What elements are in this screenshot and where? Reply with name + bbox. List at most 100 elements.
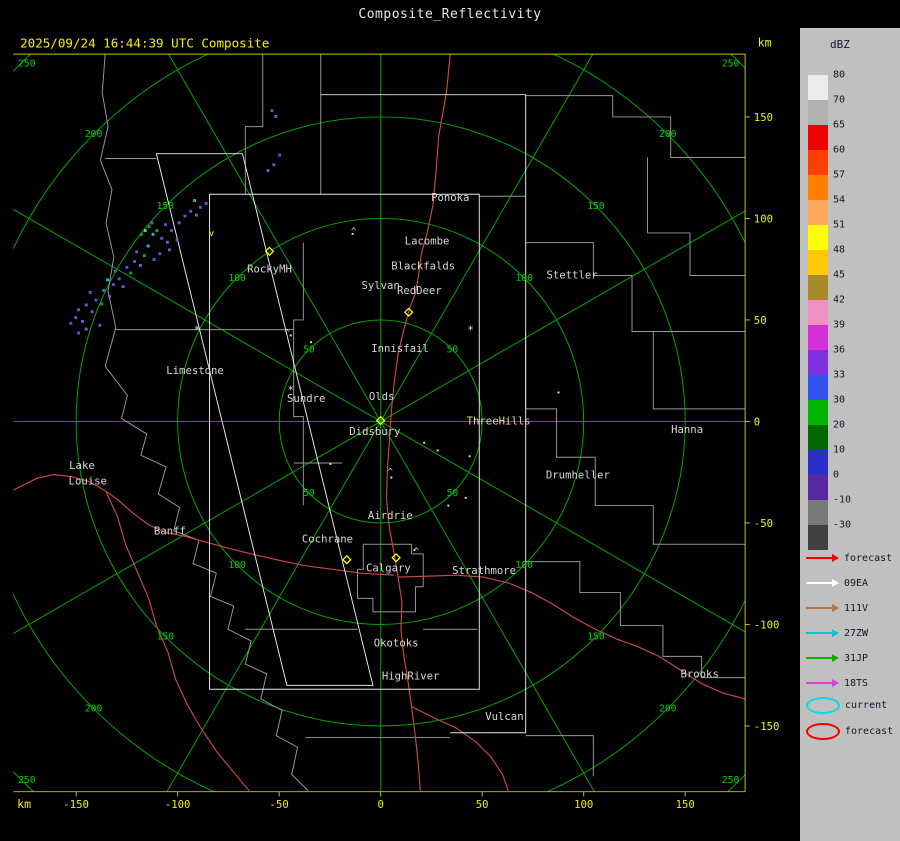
track-label: 111V (844, 603, 868, 614)
caret-mark: ^ (284, 328, 289, 338)
dbz-swatch-65 (808, 125, 828, 150)
radar-echo (81, 320, 84, 323)
town-dot (558, 391, 560, 393)
radar-echo (144, 229, 147, 232)
municipal-boundary (526, 332, 745, 545)
track-arrowhead-icon (832, 679, 839, 687)
cell-ellipse-icon (806, 723, 840, 740)
radar-echo (98, 324, 101, 327)
dbz-value-label: 42 (833, 295, 845, 306)
city-label-stettler: Stettler (546, 268, 597, 281)
town-dot (469, 455, 471, 457)
city-label-vulcan: Vulcan (485, 710, 523, 723)
track-legend-31JP: 31JP (806, 649, 868, 667)
dbz-swatch-57 (808, 175, 828, 200)
dbz-swatch-20 (808, 425, 828, 450)
dbz-value-label: 48 (833, 245, 845, 256)
city-label-olds: Olds (369, 390, 395, 403)
radar-echo (189, 210, 192, 213)
track-arrowhead-icon (832, 654, 839, 662)
ellipse-legend-forecast: forecast (806, 722, 893, 740)
asterisk-mark: * (467, 323, 473, 336)
radar-map-canvas[interactable]: 2025/09/24 16:44:39 UTC Composite km km … (0, 28, 800, 841)
city-label-lacombe: Lacombe (405, 235, 450, 248)
radar-echo (155, 229, 158, 232)
dbz-scale-title: dBZ (830, 38, 850, 51)
yellow-caret-mark: v (209, 229, 214, 239)
y-axis-tick-label: -50 (754, 517, 773, 530)
radar-echo (89, 291, 92, 294)
municipal-boundary (526, 736, 594, 777)
city-label-louise: Louise (69, 474, 107, 487)
municipal-boundary (647, 158, 745, 276)
radar-echo (139, 264, 142, 267)
city-label-sylvan: Sylvan (361, 279, 399, 292)
radar-echo (91, 310, 94, 313)
radar-echo (135, 250, 138, 253)
dbz-value-label: 0 (833, 470, 839, 481)
radar-echo (193, 199, 196, 202)
x-axis-tick-label: -100 (165, 798, 191, 811)
dbz-value-label: 65 (833, 120, 845, 131)
radar-echo (199, 206, 202, 209)
radar-echo (77, 332, 80, 335)
dbz-swatch-51 (808, 225, 828, 250)
radar-echo (178, 221, 181, 224)
dbz-value-label: 70 (833, 95, 845, 106)
range-ring-label: 50 (303, 345, 315, 356)
window-title: Composite_Reflectivity (0, 0, 900, 28)
municipal-boundary (245, 54, 262, 194)
range-ring-label: 50 (447, 488, 459, 499)
radar-echo (164, 223, 167, 226)
dbz-swatch-80 (808, 75, 828, 100)
city-label-ponoka: Ponoka (431, 191, 469, 204)
city-label-limestone: Limestone (166, 364, 224, 377)
asterisk-mark: * (288, 383, 294, 396)
dbz-value-label: 33 (833, 370, 845, 381)
dbz-swatch-10 (808, 450, 828, 475)
radar-echo (195, 214, 198, 217)
municipal-boundary (653, 332, 745, 409)
radar-echo (152, 233, 155, 236)
city-label-innisfail: Innisfail (371, 342, 429, 355)
radar-echo (69, 322, 72, 325)
radar-app-window: { "window": {"title": "Composite_Reflect… (0, 0, 900, 841)
range-ring-label: 150 (587, 632, 605, 643)
radar-echo (108, 295, 111, 298)
radar-echo (100, 303, 103, 306)
city-label-didsbury: Didsbury (349, 425, 400, 438)
track-label: forecast (844, 553, 892, 564)
track-arrowhead-icon (832, 604, 839, 612)
radar-echo (129, 272, 132, 275)
radar-echo (85, 328, 88, 331)
track-label: 09EA (844, 578, 868, 589)
scan-area-outline (156, 154, 373, 686)
radar-echo (267, 169, 270, 172)
radar-echo (85, 304, 88, 307)
dbz-swatch-39 (808, 325, 828, 350)
city-label-rockymh: RockyMH (247, 263, 292, 276)
track-arrow-icon (806, 682, 832, 684)
y-axis-tick-label: -150 (754, 720, 780, 733)
radar-echo (140, 233, 143, 236)
track-arrowhead-icon (832, 579, 839, 587)
radar-echo (205, 202, 208, 205)
timestamp-label: 2025/09/24 16:44:39 UTC Composite (20, 35, 269, 50)
legend-panel: dBZ 807065605754514845423936333020100-10… (800, 28, 900, 841)
radar-echo (112, 283, 115, 286)
radar-echo (272, 163, 275, 166)
dbz-swatch-45 (808, 275, 828, 300)
x-axis-tick-label: -50 (270, 798, 289, 811)
municipal-boundary (100, 54, 115, 366)
city-label-brooks: Brooks (680, 668, 718, 681)
radar-site-marker (343, 556, 351, 564)
dbz-value-label: 20 (833, 420, 845, 431)
radar-echo (102, 289, 105, 292)
dbz-value-label: 30 (833, 395, 845, 406)
dbz-swatch-0 (808, 475, 828, 500)
dbz-value-label: 57 (833, 170, 845, 181)
radar-echo (151, 221, 154, 224)
track-legend-forecast: forecast (806, 549, 892, 567)
city-label-threehills: ThreeHills (467, 414, 531, 427)
range-ring-label: 200 (659, 703, 677, 714)
